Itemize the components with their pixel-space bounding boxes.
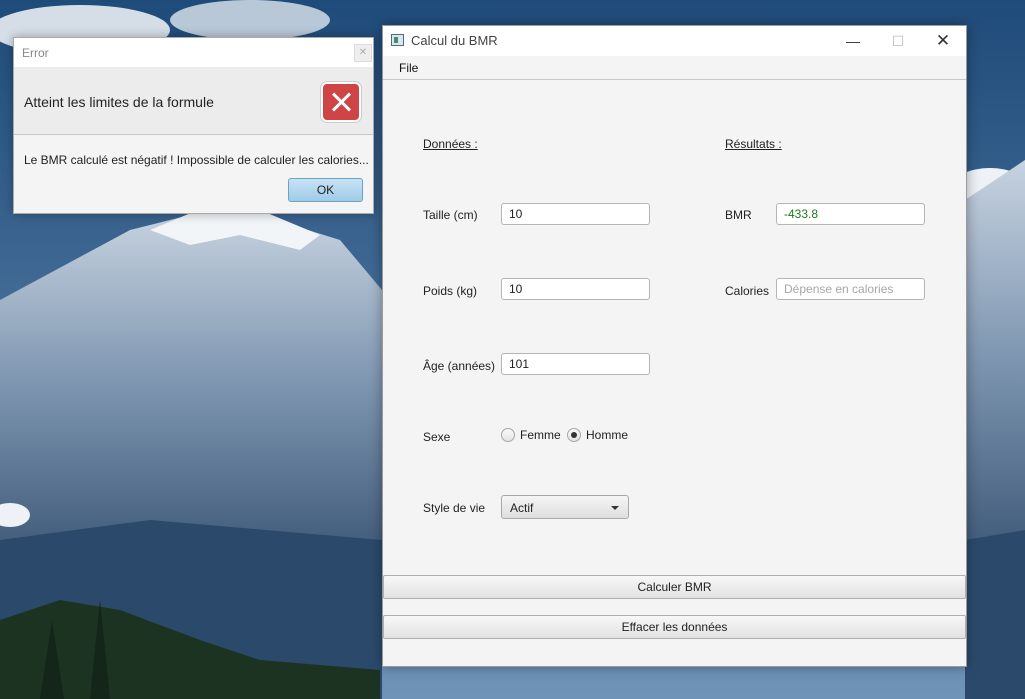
sexe-label: Sexe bbox=[423, 430, 451, 444]
radio-femme-label: Femme bbox=[520, 428, 561, 442]
menu-bar: File bbox=[383, 56, 966, 80]
dialog-titlebar[interactable]: Error ✕ bbox=[14, 38, 373, 67]
style-label: Style de vie bbox=[423, 501, 486, 515]
dialog-title: Error bbox=[22, 46, 49, 60]
poids-input[interactable] bbox=[501, 278, 650, 300]
radio-femme[interactable]: Femme bbox=[501, 428, 561, 442]
bmr-window: Calcul du BMR — ☐ ✕ File Données : Résul… bbox=[382, 25, 967, 667]
error-icon bbox=[321, 82, 361, 122]
style-de-vie-dropdown[interactable]: Actif bbox=[501, 495, 629, 519]
bmr-result-field[interactable] bbox=[776, 203, 925, 225]
error-dialog: Error ✕ Atteint les limites de la formul… bbox=[13, 37, 374, 214]
app-icon bbox=[391, 34, 404, 46]
window-title: Calcul du BMR bbox=[411, 33, 498, 48]
ok-button[interactable]: OK bbox=[288, 178, 363, 202]
bmr-label: BMR bbox=[725, 208, 752, 222]
window-titlebar[interactable]: Calcul du BMR — ☐ ✕ bbox=[383, 26, 966, 56]
taille-input[interactable] bbox=[501, 203, 650, 225]
minimize-icon[interactable]: — bbox=[830, 26, 876, 56]
effacer-donnees-button[interactable]: Effacer les données bbox=[383, 615, 966, 639]
maximize-icon[interactable]: ☐ bbox=[875, 26, 921, 56]
radio-homme[interactable]: Homme bbox=[567, 428, 628, 442]
chevron-down-icon bbox=[611, 506, 619, 510]
menu-file[interactable]: File bbox=[399, 61, 418, 75]
taille-label: Taille (cm) bbox=[423, 208, 478, 222]
age-label: Âge (années) bbox=[423, 359, 496, 373]
dialog-message: Le BMR calculé est négatif ! Impossible … bbox=[24, 153, 369, 167]
dialog-header: Atteint les limites de la formule bbox=[14, 67, 373, 135]
radio-femme-circle[interactable] bbox=[501, 428, 515, 442]
donnees-header: Données : bbox=[423, 137, 478, 151]
age-input[interactable] bbox=[501, 353, 650, 375]
resultats-header: Résultats : bbox=[725, 137, 782, 151]
calories-result-field[interactable] bbox=[776, 278, 925, 300]
close-icon[interactable]: ✕ bbox=[920, 26, 966, 56]
radio-homme-circle[interactable] bbox=[567, 428, 581, 442]
calculer-bmr-button[interactable]: Calculer BMR bbox=[383, 575, 966, 599]
close-icon[interactable]: ✕ bbox=[354, 44, 372, 62]
calories-label: Calories bbox=[725, 284, 770, 298]
dialog-header-text: Atteint les limites de la formule bbox=[24, 94, 214, 110]
radio-homme-label: Homme bbox=[586, 428, 629, 442]
poids-label: Poids (kg) bbox=[423, 284, 478, 298]
style-de-vie-value: Actif bbox=[510, 501, 534, 515]
